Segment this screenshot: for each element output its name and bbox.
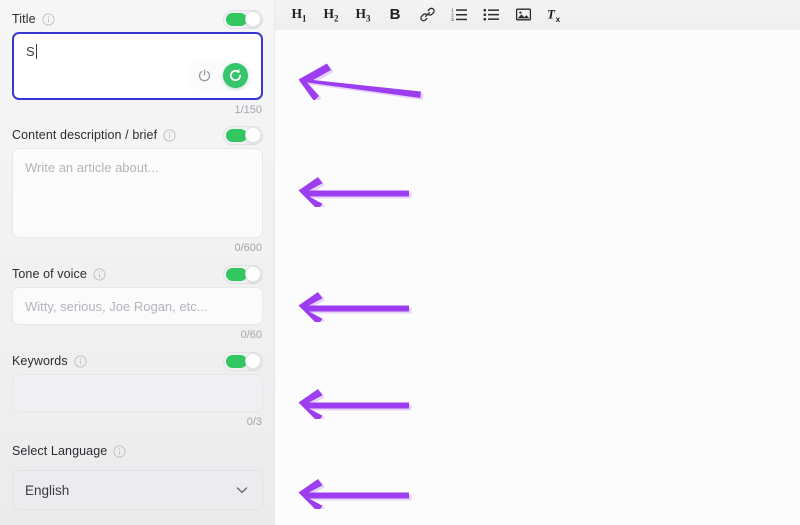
select-language-value: English — [25, 482, 70, 498]
text-caret — [35, 44, 37, 59]
bold-label: B — [389, 6, 401, 23]
content-description-counter: 0/600 — [234, 242, 262, 254]
power-icon[interactable] — [193, 65, 215, 87]
field-keywords: Keywords 0/3 — [12, 348, 263, 430]
ordered-list-icon: 1 2 3 — [451, 6, 468, 23]
toggle-keywords[interactable] — [223, 351, 263, 371]
select-language-dropdown[interactable]: English — [12, 470, 263, 510]
editor-toolbar: H1 H2 H3 B 1 2 3 T x — [275, 0, 800, 30]
content-description-placeholder: Write an article about... — [25, 160, 159, 175]
link-icon — [419, 6, 436, 23]
field-content-description: Content description / brief Write an art… — [12, 122, 263, 256]
bold-button[interactable]: B — [379, 2, 411, 28]
link-button[interactable] — [411, 2, 443, 28]
field-tone-of-voice-label: Tone of voice — [12, 267, 87, 281]
toggle-tone-of-voice-knob — [245, 266, 261, 282]
heading-3-label: H3 — [355, 5, 371, 24]
field-title: Title S 1/150 — [12, 0, 263, 118]
title-input[interactable]: S — [12, 32, 263, 100]
info-circle-icon[interactable] — [113, 444, 126, 458]
toggle-content-description[interactable] — [223, 125, 263, 145]
heading-1-button[interactable]: H1 — [283, 2, 315, 28]
info-circle-icon[interactable] — [163, 128, 176, 142]
info-circle-icon[interactable] — [93, 267, 106, 281]
heading-3-button[interactable]: H3 — [347, 2, 379, 28]
app-root: Title S 1/150 Content description / brie… — [0, 0, 800, 525]
toggle-tone-of-voice[interactable] — [223, 264, 263, 284]
field-content-description-label: Content description / brief — [12, 128, 158, 142]
toggle-content-description-knob — [245, 127, 261, 143]
toggle-keywords-track — [226, 355, 247, 368]
title-counter: 1/150 — [234, 104, 262, 116]
toggle-title[interactable] — [223, 9, 263, 29]
field-select-language-header: Select Language — [12, 438, 263, 464]
image-icon — [515, 6, 532, 23]
clear-formatting-icon: T x — [546, 6, 564, 24]
regenerate-icon[interactable] — [223, 63, 248, 88]
keywords-counter: 0/3 — [246, 416, 262, 428]
field-select-language: Select Language English — [12, 438, 263, 510]
heading-2-button[interactable]: H2 — [315, 2, 347, 28]
content-description-textarea[interactable]: Write an article about... — [12, 148, 263, 238]
info-circle-icon[interactable] — [74, 354, 87, 368]
heading-2-label: H2 — [323, 5, 339, 24]
toggle-title-track — [226, 13, 247, 26]
toggle-tone-of-voice-track — [226, 268, 247, 281]
heading-1-label: H1 — [291, 5, 307, 24]
editor-content-area[interactable] — [275, 30, 800, 525]
field-select-language-label: Select Language — [12, 444, 108, 458]
field-title-label: Title — [12, 12, 36, 26]
field-tone-of-voice: Tone of voice Witty, serious, Joe Rogan,… — [12, 261, 263, 343]
field-keywords-label: Keywords — [12, 354, 68, 368]
chevron-down-icon — [234, 482, 250, 498]
field-tone-of-voice-header: Tone of voice — [12, 261, 263, 287]
content-editor-pane: H1 H2 H3 B 1 2 3 T x — [275, 0, 800, 525]
title-input-value: S — [26, 44, 35, 59]
ordered-list-button[interactable]: 1 2 3 — [443, 2, 475, 28]
clear-formatting-button[interactable]: T x — [539, 2, 571, 28]
svg-text:x: x — [556, 14, 561, 23]
unordered-list-button[interactable] — [475, 2, 507, 28]
settings-sidebar: Title S 1/150 Content description / brie… — [0, 0, 275, 525]
field-content-description-header: Content description / brief — [12, 122, 263, 148]
image-button[interactable] — [507, 2, 539, 28]
keywords-input[interactable] — [12, 374, 263, 412]
field-keywords-header: Keywords — [12, 348, 263, 374]
tone-of-voice-placeholder: Witty, serious, Joe Rogan, etc... — [25, 298, 208, 314]
tone-of-voice-input[interactable]: Witty, serious, Joe Rogan, etc... — [12, 287, 263, 325]
toggle-title-knob — [245, 11, 261, 27]
title-input-actions — [188, 60, 253, 91]
toggle-keywords-knob — [245, 353, 261, 369]
tone-of-voice-counter: 0/60 — [240, 329, 262, 341]
unordered-list-icon — [483, 6, 500, 23]
field-title-header: Title — [12, 6, 263, 32]
svg-text:3: 3 — [451, 17, 454, 22]
info-circle-icon[interactable] — [42, 12, 55, 26]
toggle-content-description-track — [226, 129, 247, 142]
